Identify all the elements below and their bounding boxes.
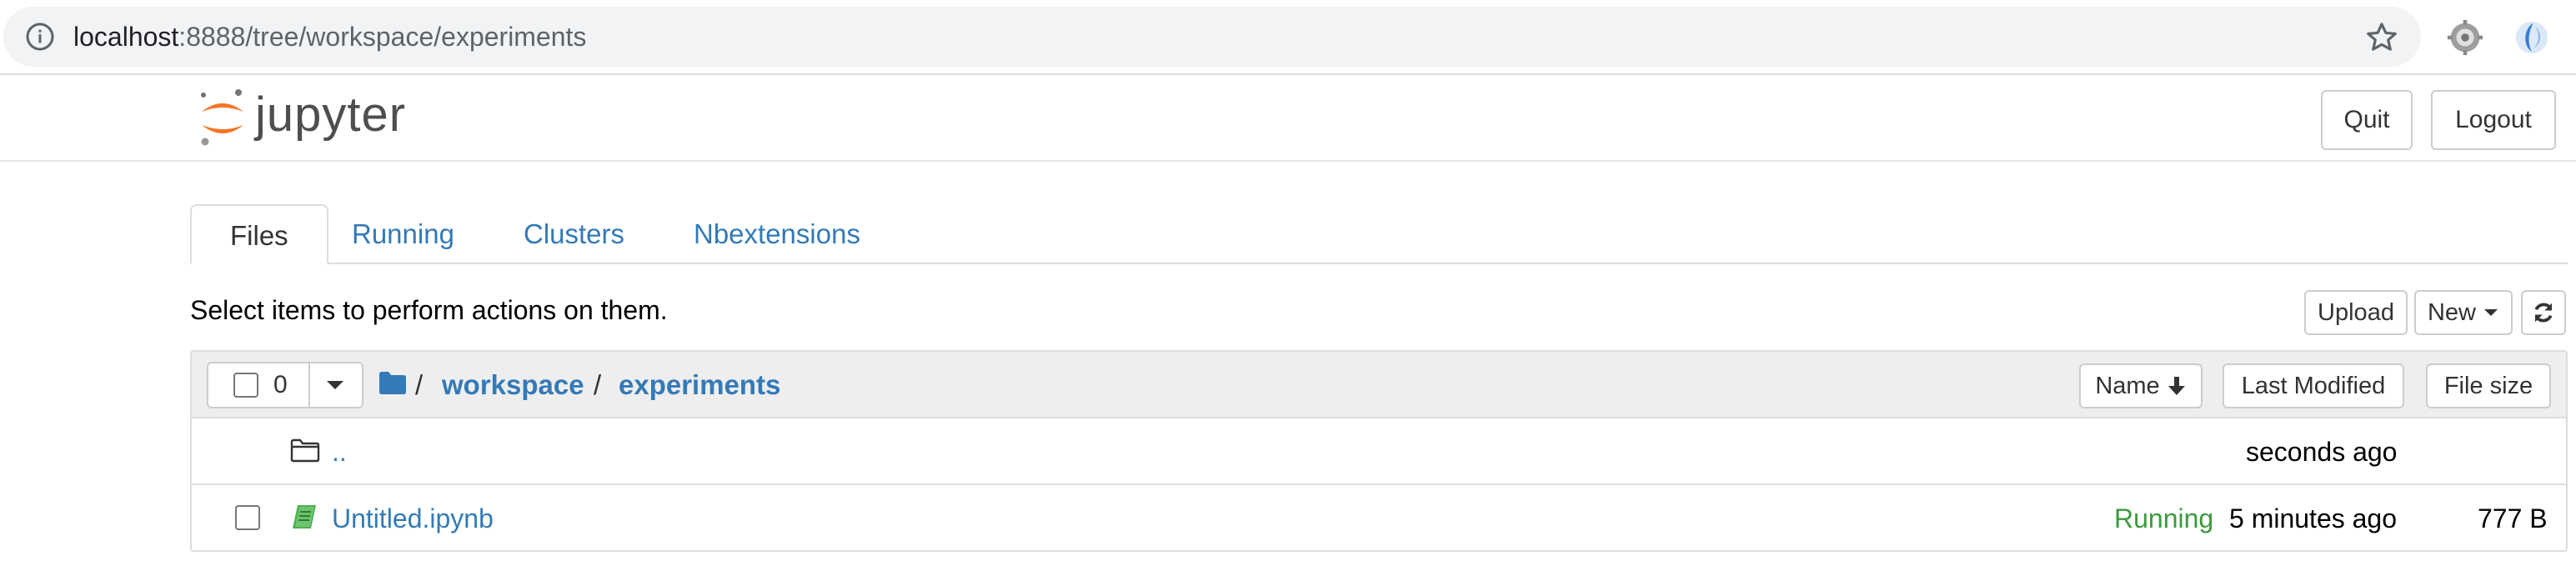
url-path: :8888/tree/workspace/experiments: [178, 22, 587, 52]
profile-extension-icon[interactable]: [2513, 18, 2551, 57]
caret-down-icon: [327, 381, 343, 389]
refresh-icon: [2534, 303, 2553, 323]
url-host: localhost: [73, 22, 179, 52]
sort-by-size-button[interactable]: File size: [2426, 363, 2551, 408]
page: localhost:8888/tree/workspace/experiment…: [0, 0, 2576, 561]
notebook-link[interactable]: Untitled.ipynb: [332, 500, 494, 537]
select-all-control[interactable]: [207, 362, 310, 408]
arrow-down-icon: [2168, 377, 2185, 395]
tab-clusters[interactable]: Clusters: [485, 204, 663, 264]
star-icon[interactable]: [2364, 20, 2399, 55]
row-file-size: 777 B: [2478, 503, 2548, 533]
jupyter-logo-text[interactable]: jupyter: [255, 82, 406, 148]
refresh-button[interactable]: [2521, 290, 2566, 335]
row-modified: 5 minutes ago: [2229, 503, 2398, 533]
breadcrumb-experiments[interactable]: experiments: [619, 367, 780, 403]
selected-count: 0: [273, 371, 288, 398]
jupyter-logo-icon[interactable]: [197, 87, 248, 148]
tab-running[interactable]: Running: [313, 204, 493, 264]
breadcrumb-separator: /: [594, 369, 602, 400]
sort-by-modified-button[interactable]: Last Modified: [2223, 363, 2404, 408]
upload-button[interactable]: Upload: [2304, 290, 2408, 335]
logout-button[interactable]: Logout: [2431, 90, 2556, 150]
running-status: Running: [2114, 503, 2214, 533]
folder-icon[interactable]: [378, 370, 407, 395]
quit-button[interactable]: Quit: [2321, 90, 2413, 150]
parent-directory-link[interactable]: ..: [332, 433, 347, 470]
caret-down-icon: [2484, 309, 2498, 316]
tab-nbextensions[interactable]: Nbextensions: [655, 204, 899, 264]
new-label: New: [2427, 298, 2476, 326]
row-divider: [192, 483, 2566, 485]
breadcrumb-separator: /: [415, 369, 423, 400]
sort-by-name-button[interactable]: Name: [2079, 363, 2203, 408]
tab-files[interactable]: Files: [190, 204, 328, 264]
url-text[interactable]: localhost:8888/tree/workspace/experiment…: [73, 17, 586, 57]
select-instructions: Select items to perform actions on them.: [190, 295, 668, 325]
row-modified: seconds ago: [2246, 437, 2398, 467]
gear-extension-icon[interactable]: [2446, 18, 2484, 57]
row-checkbox[interactable]: [235, 505, 260, 530]
breadcrumb-workspace[interactable]: workspace: [442, 367, 584, 403]
notebook-icon: [293, 505, 316, 528]
new-dropdown-button[interactable]: New: [2414, 290, 2513, 335]
select-all-checkbox[interactable]: [233, 373, 258, 398]
info-icon[interactable]: [25, 22, 55, 52]
sort-name-label: Name: [2095, 372, 2160, 399]
folder-outline-icon: [290, 438, 320, 463]
